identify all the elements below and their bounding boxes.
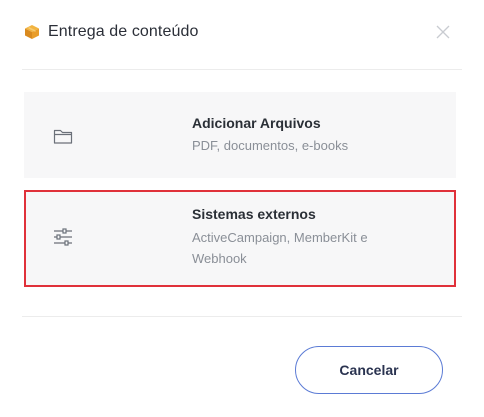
close-icon[interactable] [434, 23, 452, 41]
content-delivery-modal: Entrega de conteúdo Adicionar Arquivos P… [0, 0, 484, 417]
folder-icon [52, 125, 74, 147]
option-external-systems[interactable]: Sistemas externos ActiveCampaign, Member… [24, 190, 456, 287]
option-title: Sistemas externos [192, 206, 316, 222]
package-box-icon [24, 24, 40, 40]
option-description: ActiveCampaign, MemberKit e Webhook [192, 230, 368, 266]
option-description: PDF, documentos, e-books [192, 138, 349, 153]
cancel-button[interactable]: Cancelar [295, 346, 443, 394]
modal-header: Entrega de conteúdo [24, 20, 198, 44]
option-title: Adicionar Arquivos [192, 115, 321, 131]
header-divider [22, 69, 462, 70]
sliders-icon [52, 226, 74, 248]
modal-title: Entrega de conteúdo [48, 23, 199, 40]
footer-divider [22, 316, 462, 317]
option-add-files[interactable]: Adicionar Arquivos PDF, documentos, e-bo… [24, 92, 456, 178]
